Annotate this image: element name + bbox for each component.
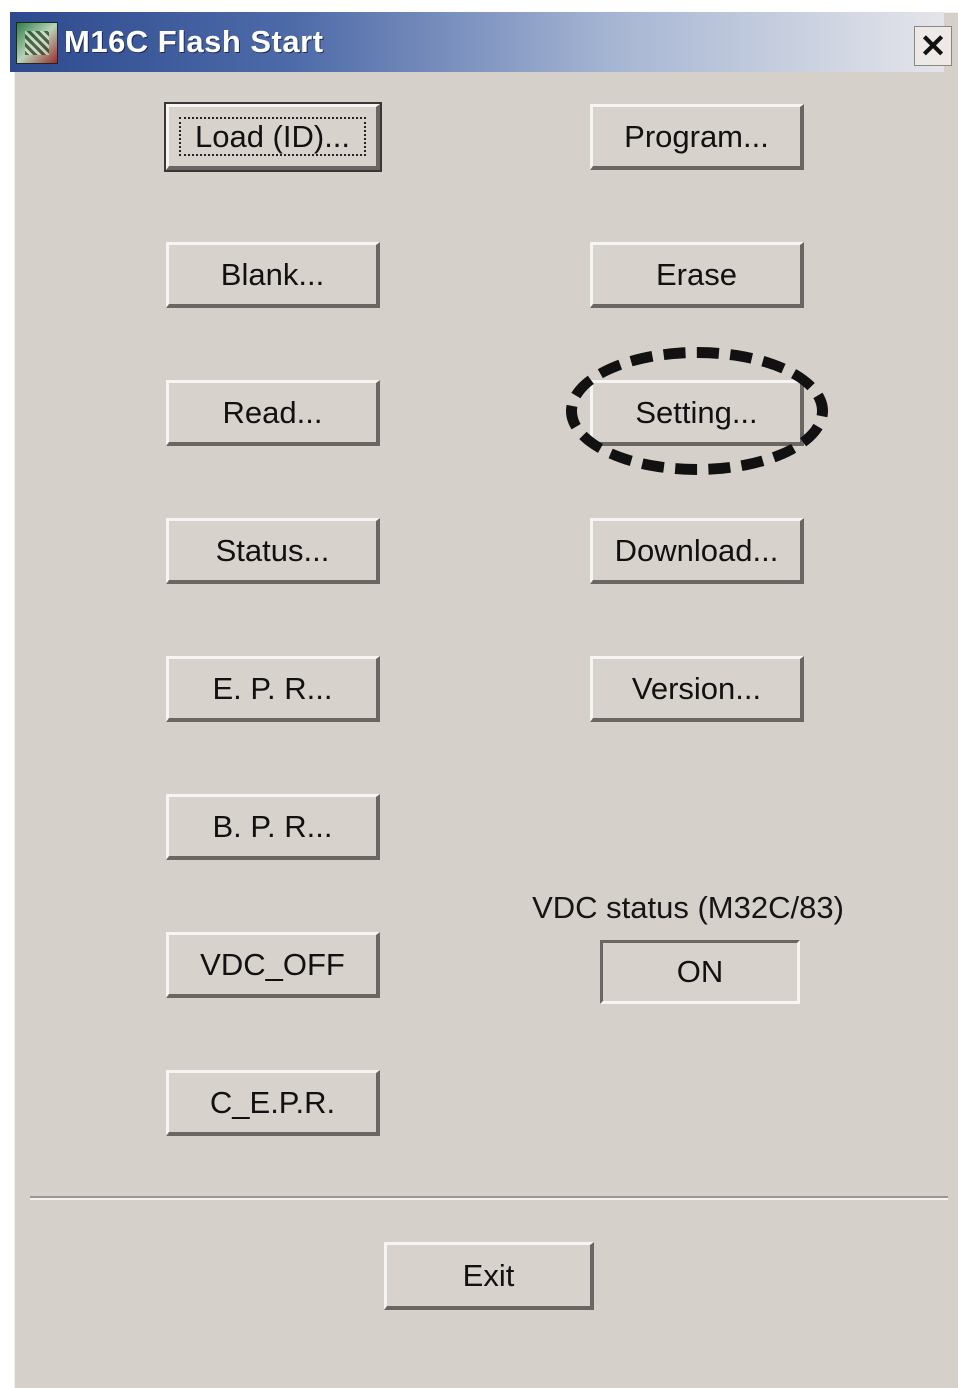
status-button-label: Status... [215,532,330,568]
epr-button[interactable]: E. P. R... [166,656,380,722]
setting-button[interactable]: Setting... [590,380,804,446]
download-button[interactable]: Download... [590,518,804,584]
epr-button-label: E. P. R... [212,670,333,706]
version-button-label: Version... [631,670,762,706]
close-button[interactable]: ✕ [914,26,952,66]
divider [30,1196,948,1200]
erase-button-label: Erase [656,256,737,292]
vdc-status-value: ON [600,940,800,1004]
vdc-status-label: VDC status (M32C/83) [532,890,844,925]
load-id-button[interactable]: Load (ID)... [164,102,382,172]
program-button-label: Program... [624,118,769,154]
blank-button-label: Blank... [220,256,325,292]
setting-button-label: Setting... [635,394,758,430]
m16c-flash-start-window [14,12,958,1388]
vdc-off-button-label: VDC_OFF [200,946,345,982]
status-button[interactable]: Status... [166,518,380,584]
download-button-label: Download... [614,532,779,568]
vdc-status-text: ON [676,954,724,989]
read-button[interactable]: Read... [166,380,380,446]
cepr-button-label: C_E.P.R. [209,1084,336,1120]
erase-button[interactable]: Erase [590,242,804,308]
exit-button-label: Exit [462,1257,515,1293]
window-title: M16C Flash Start [64,24,324,59]
exit-button[interactable]: Exit [384,1242,594,1310]
read-button-label: Read... [222,394,323,430]
program-button[interactable]: Program... [590,104,804,170]
bpr-button[interactable]: B. P. R... [166,794,380,860]
load-id-button-label: Load (ID)... [194,118,351,154]
bpr-button-label: B. P. R... [212,808,333,844]
cepr-button[interactable]: C_E.P.R. [166,1070,380,1136]
version-button[interactable]: Version... [590,656,804,722]
close-icon: ✕ [919,28,947,64]
app-logo-icon [16,22,58,64]
vdc-off-button[interactable]: VDC_OFF [166,932,380,998]
blank-button[interactable]: Blank... [166,242,380,308]
title-bar: M16C Flash Start ✕ [10,12,952,72]
